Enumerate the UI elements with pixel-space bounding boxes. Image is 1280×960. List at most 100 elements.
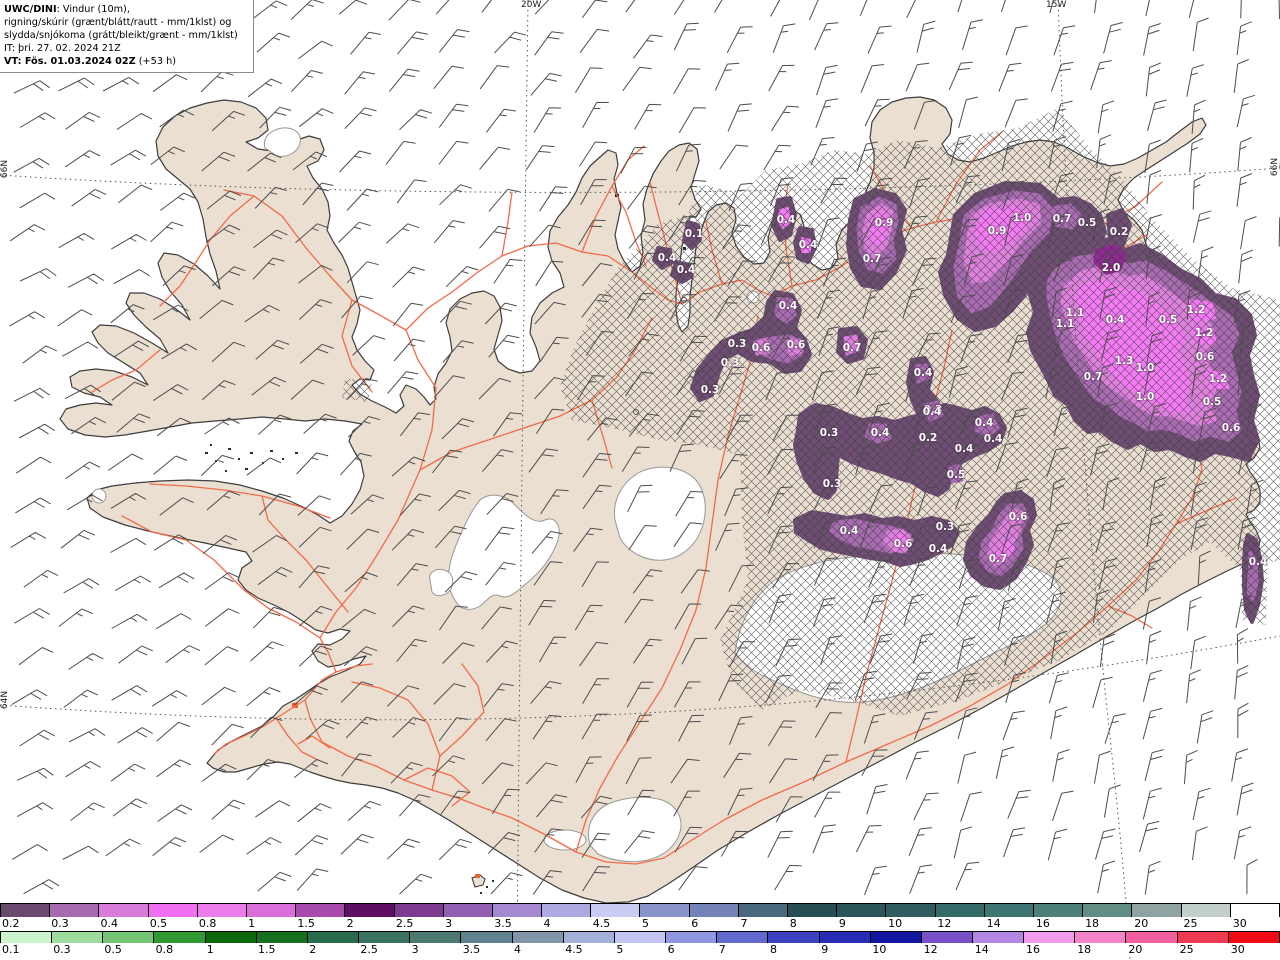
scale-cell	[1131, 904, 1181, 917]
precip-value-label: 0.9	[874, 217, 894, 229]
precip-value-label: 0.5	[1158, 314, 1178, 326]
scale-cell	[245, 904, 296, 917]
scale-cell	[920, 932, 972, 943]
scale-tick-label: 14	[974, 943, 989, 956]
scale-cell	[1082, 904, 1132, 917]
scale-cell	[983, 904, 1033, 917]
town-marker-heimaey	[475, 874, 480, 878]
glacier-hofsjokull	[613, 466, 706, 561]
scale-tick-label: 10	[888, 917, 903, 930]
title-line-3: slydda/snjókoma (grátt/bleikt/grænt - mm…	[4, 30, 238, 41]
precip-value-label: 0.5	[946, 469, 966, 481]
scale-tick-label: 12	[923, 943, 938, 956]
scale-cell	[491, 904, 542, 917]
precip-value-label: 0.3	[720, 357, 740, 369]
precip-value-label: 0.3	[700, 384, 720, 396]
precip-value-label: 1.0	[1012, 212, 1032, 224]
scale-tick-label: 6	[691, 917, 699, 930]
scale-cell	[204, 932, 256, 943]
scale-cell	[818, 932, 870, 943]
scale-tick-label: 0.4	[100, 917, 118, 930]
scale-cell	[1, 904, 50, 917]
scale-cell	[1125, 932, 1177, 943]
precip-value-label: 0.6	[1195, 351, 1215, 363]
precip-value-label: 0.2	[918, 432, 938, 444]
precip-value-label: 0.5	[1202, 396, 1222, 408]
scale-cell	[102, 932, 154, 943]
precip-value-label: 0.6	[1008, 511, 1028, 523]
scale-tick-label: 0.2	[2, 917, 20, 930]
scale-cell	[716, 932, 768, 943]
scale-tick-label: 25	[1183, 917, 1198, 930]
precip-value-label: 0.4	[1248, 556, 1268, 568]
precip-value-label: 0.9	[987, 225, 1007, 237]
scale-cell	[460, 932, 512, 943]
parallel-label-right-66n: 66N	[1270, 157, 1280, 177]
scale-tick-label: 20	[1128, 943, 1143, 956]
precip-value-label: 2.0	[1101, 262, 1121, 274]
scale-tick-label: 0.5	[149, 917, 168, 930]
precip-value-label: 0.6	[751, 342, 771, 354]
scale-tick-label: 8	[770, 943, 777, 956]
scale-cell	[196, 904, 246, 917]
scale-tick-label: 14	[986, 917, 1001, 930]
scale-cell	[1227, 932, 1279, 943]
precip-value-label: 1.2	[1194, 327, 1214, 339]
precip-value-label: 0.3	[822, 478, 842, 490]
precip-value-label: 0.7	[862, 253, 882, 265]
precip-value-label: 1.3	[1114, 355, 1134, 367]
scale-cell	[787, 904, 837, 917]
parallel-label-64n: 64N	[0, 690, 11, 710]
precip-value-label: 0.7	[842, 342, 862, 354]
scale-cell	[393, 904, 443, 917]
scale-tick-label: 16	[1026, 943, 1040, 956]
scale-tick-label: 30	[1230, 943, 1245, 956]
scale-cell	[98, 904, 148, 917]
precip-value-label: 0.6	[786, 339, 806, 351]
scale-cell	[590, 904, 640, 917]
precip-value-label: 0.4	[778, 300, 798, 312]
precip-value-label: 0.4	[1105, 314, 1125, 326]
scale-cell	[665, 932, 717, 943]
scale-cell	[934, 904, 984, 917]
scale-cell	[295, 904, 345, 917]
lake-thingvallavatn	[429, 569, 454, 597]
scale-tick-label: 0.8	[155, 943, 174, 956]
precip-value-label: 0.4	[928, 543, 948, 555]
precip-value-label: 0.7	[1083, 371, 1103, 383]
scale-tick-label: 0.5	[104, 943, 122, 956]
precip-value-label: 0.3	[819, 427, 839, 439]
scale-cell	[255, 932, 307, 943]
scale-tick-label: 16	[1035, 917, 1050, 930]
precip-value-label: 1.0	[1135, 362, 1155, 374]
scale-cell	[1, 932, 52, 943]
scale-cell	[1176, 932, 1228, 943]
scale-cell	[541, 904, 591, 917]
scale-tick-label: 3	[411, 943, 419, 956]
meridian-label-20w: 20W	[521, 0, 542, 10]
meridian-label-15w: 15W	[1046, 0, 1067, 10]
scale-tick-label: 18	[1085, 917, 1100, 930]
precip-value-label: 0.4	[913, 367, 933, 379]
scale-tick-label: 0.1	[2, 943, 20, 956]
scale-tick-label: 4.5	[592, 917, 611, 930]
scale-cell	[409, 932, 461, 943]
scale-tick-label: 9	[821, 943, 829, 956]
title-line-2: rigning/skúrir (grænt/blátt/rautt - mm/1…	[4, 17, 232, 28]
scale-cell	[1229, 904, 1279, 917]
parallel-label-66n: 66N	[0, 159, 11, 179]
precip-value-label: 0.3	[935, 521, 955, 533]
scale-tick-label: 8	[789, 917, 797, 930]
scale-tick-label: 5	[642, 917, 649, 930]
precip-value-label: 0.1	[684, 228, 704, 240]
precip-value-label: 0.4	[839, 525, 859, 537]
scale-tick-label: 30	[1232, 917, 1247, 930]
scale-tick-label: 0.8	[198, 917, 217, 930]
precip-value-label: 0.7	[1052, 213, 1072, 225]
scale-tick-label: 3.5	[462, 943, 481, 956]
precip-value-label: 0.4	[983, 433, 1003, 445]
scale-cell	[688, 904, 738, 917]
scale-cell	[147, 904, 197, 917]
scale-cell	[1023, 932, 1075, 943]
scale-tick-label: 7	[718, 943, 726, 956]
